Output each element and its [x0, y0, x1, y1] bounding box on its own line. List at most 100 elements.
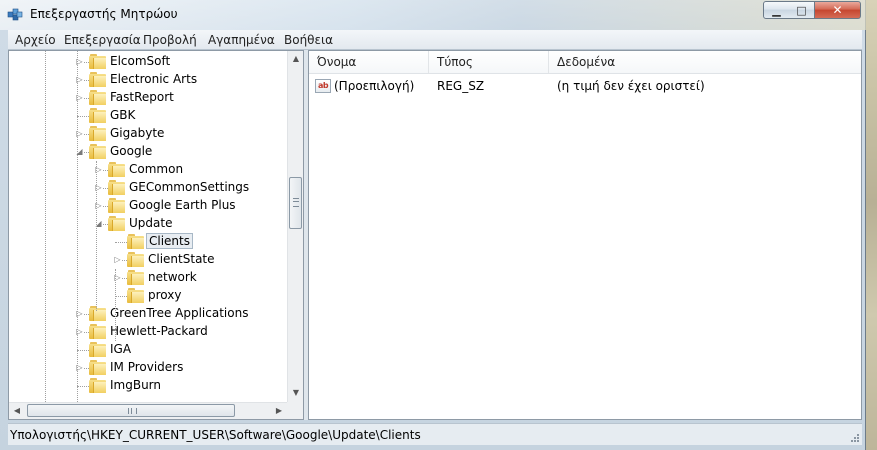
folder-icon [89, 90, 106, 105]
value-name: (Προεπιλογή) [334, 79, 415, 93]
tree-guide-line [77, 51, 78, 402]
tree-item[interactable]: ImgBurn [9, 377, 287, 395]
tree-item-label[interactable]: proxy [146, 288, 183, 302]
status-bar: Υπολογιστής\HKEY_CURRENT_USER\Software\G… [8, 423, 862, 445]
folder-icon [108, 180, 125, 195]
tree-item-label[interactable]: Google [108, 144, 154, 158]
tree-vertical-scrollbar[interactable]: ▲ ▼ [287, 51, 303, 402]
scroll-right-icon[interactable]: ▶ [271, 403, 287, 419]
key-tree-pane: ▷ ElcomSoft ▷ Electronic Arts ▷ FastReport GBK… [8, 50, 304, 420]
tree-item[interactable]: ▷ ClientState [9, 251, 287, 269]
tree-item-label[interactable]: Electronic Arts [108, 72, 199, 86]
close-icon: ✕ [832, 3, 843, 17]
menu-file[interactable]: Αρχείο [15, 33, 56, 47]
tree-item[interactable]: ▷ IM Providers [9, 359, 287, 377]
resize-grip-icon[interactable] [850, 433, 860, 443]
tree-item[interactable]: ▷ Google Earth Plus [9, 197, 287, 215]
menu-bar: Αρχείο Επεξεργασία Προβολή Αγαπημένα Βοή… [8, 30, 862, 50]
scroll-down-icon[interactable]: ▼ [288, 385, 303, 401]
tree-horizontal-scrollbar[interactable]: ◀ ▶ [9, 402, 287, 419]
string-value-icon: ab [315, 79, 331, 93]
value-data: (η τιμή δεν έχει οριστεί) [557, 79, 705, 93]
menu-favorites[interactable]: Αγαπημένα [208, 33, 275, 47]
tree-item-label[interactable]: Clients [146, 233, 193, 249]
menu-help[interactable]: Βοήθεια [284, 33, 333, 47]
folder-icon [89, 54, 106, 69]
title-bar[interactable]: Επεξεργαστής Μητρώου ▁ □ ✕ [0, 0, 866, 30]
tree-item[interactable]: ▷ Electronic Arts [9, 71, 287, 89]
tree-item[interactable]: ▷ Hewlett-Packard [9, 323, 287, 341]
vertical-scroll-thumb[interactable] [289, 177, 302, 229]
tree-item-label[interactable]: Hewlett-Packard [108, 324, 210, 338]
values-list-header: Όνομα Τύπος Δεδομένα [309, 51, 861, 74]
tree-item-label[interactable]: IGA [108, 342, 133, 356]
tree-item[interactable]: ▷ GreenTree Applications [9, 305, 287, 323]
tree-item-label[interactable]: ImgBurn [108, 378, 163, 392]
scroll-up-icon[interactable]: ▲ [288, 51, 303, 67]
tree-item[interactable]: ▷ ElcomSoft [9, 53, 287, 71]
registry-editor-icon [7, 8, 23, 21]
desktop-background [866, 0, 877, 450]
tree-item[interactable]: ▷ FastReport [9, 89, 287, 107]
tree-item[interactable]: proxy [9, 287, 287, 305]
folder-icon [89, 72, 106, 87]
tree-item-label[interactable]: Google Earth Plus [127, 198, 238, 212]
tree-item-label[interactable]: network [146, 270, 199, 284]
tree-item[interactable]: IGA [9, 341, 287, 359]
column-header-data[interactable]: Δεδομένα [549, 51, 861, 73]
folder-icon [89, 144, 106, 159]
tree-item-label[interactable]: GECommonSettings [127, 180, 251, 194]
folder-icon [89, 342, 106, 357]
tree-item-label[interactable]: IM Providers [108, 360, 185, 374]
scroll-left-icon[interactable]: ◀ [9, 403, 25, 419]
menu-view[interactable]: Προβολή [143, 33, 197, 47]
folder-icon [89, 306, 106, 321]
tree-item[interactable]: ▷ Common [9, 161, 287, 179]
maximize-icon: □ [796, 3, 807, 17]
tree-item[interactable]: GBK [9, 107, 287, 125]
folder-icon [89, 108, 106, 123]
folder-icon [89, 126, 106, 141]
folder-icon [108, 216, 125, 231]
window-title: Επεξεργαστής Μητρώου [30, 7, 178, 21]
folder-icon [89, 360, 106, 375]
tree-item-label[interactable]: ElcomSoft [108, 54, 172, 68]
tree-item[interactable]: Clients [9, 233, 287, 251]
tree-guide-line [45, 51, 46, 402]
value-row[interactable]: ab (Προεπιλογή) REG_SZ (η τιμή δεν έχει … [309, 77, 861, 95]
registry-editor-window: Επεξεργαστής Μητρώου ▁ □ ✕ Αρχείο Επεξερ… [0, 0, 866, 450]
folder-icon [127, 234, 144, 249]
folder-icon [127, 288, 144, 303]
folder-icon [127, 252, 144, 267]
tree-item[interactable]: ▷ Gigabyte [9, 125, 287, 143]
tree-item-label[interactable]: FastReport [108, 90, 176, 104]
tree-item[interactable]: ◢ Google [9, 143, 287, 161]
folder-icon [108, 198, 125, 213]
column-header-name[interactable]: Όνομα [309, 51, 429, 73]
scroll-corner [287, 402, 303, 419]
tree-guide-line [115, 269, 116, 341]
tree-item-label[interactable]: ClientState [146, 252, 217, 266]
minimize-button[interactable]: ▁ [763, 1, 790, 19]
tree-item-label[interactable]: Gigabyte [108, 126, 166, 140]
tree-item-label[interactable]: Update [127, 216, 174, 230]
minimize-icon: ▁ [772, 3, 781, 17]
maximize-button[interactable]: □ [789, 1, 815, 19]
horizontal-scroll-thumb[interactable] [27, 404, 235, 417]
tree-item[interactable]: ◢ Update [9, 215, 287, 233]
values-list-pane: Όνομα Τύπος Δεδομένα ab (Προεπιλογή) REG… [308, 50, 862, 420]
tree-item-label[interactable]: GBK [108, 108, 137, 122]
folder-icon [127, 270, 144, 285]
tree-item[interactable]: ▷ GECommonSettings [9, 179, 287, 197]
menu-edit[interactable]: Επεξεργασία [64, 33, 141, 47]
column-header-type[interactable]: Τύπος [429, 51, 549, 73]
tree-item-label[interactable]: GreenTree Applications [108, 306, 250, 320]
close-button[interactable]: ✕ [815, 1, 861, 19]
leaf-spacer [113, 237, 122, 246]
tree-item[interactable]: ▷ network [9, 269, 287, 287]
folder-icon [89, 324, 106, 339]
status-path: Υπολογιστής\HKEY_CURRENT_USER\Software\G… [10, 428, 421, 442]
tree-item-label[interactable]: Common [127, 162, 185, 176]
expand-toggle-icon[interactable]: ▷ [113, 255, 122, 264]
folder-icon [108, 162, 125, 177]
